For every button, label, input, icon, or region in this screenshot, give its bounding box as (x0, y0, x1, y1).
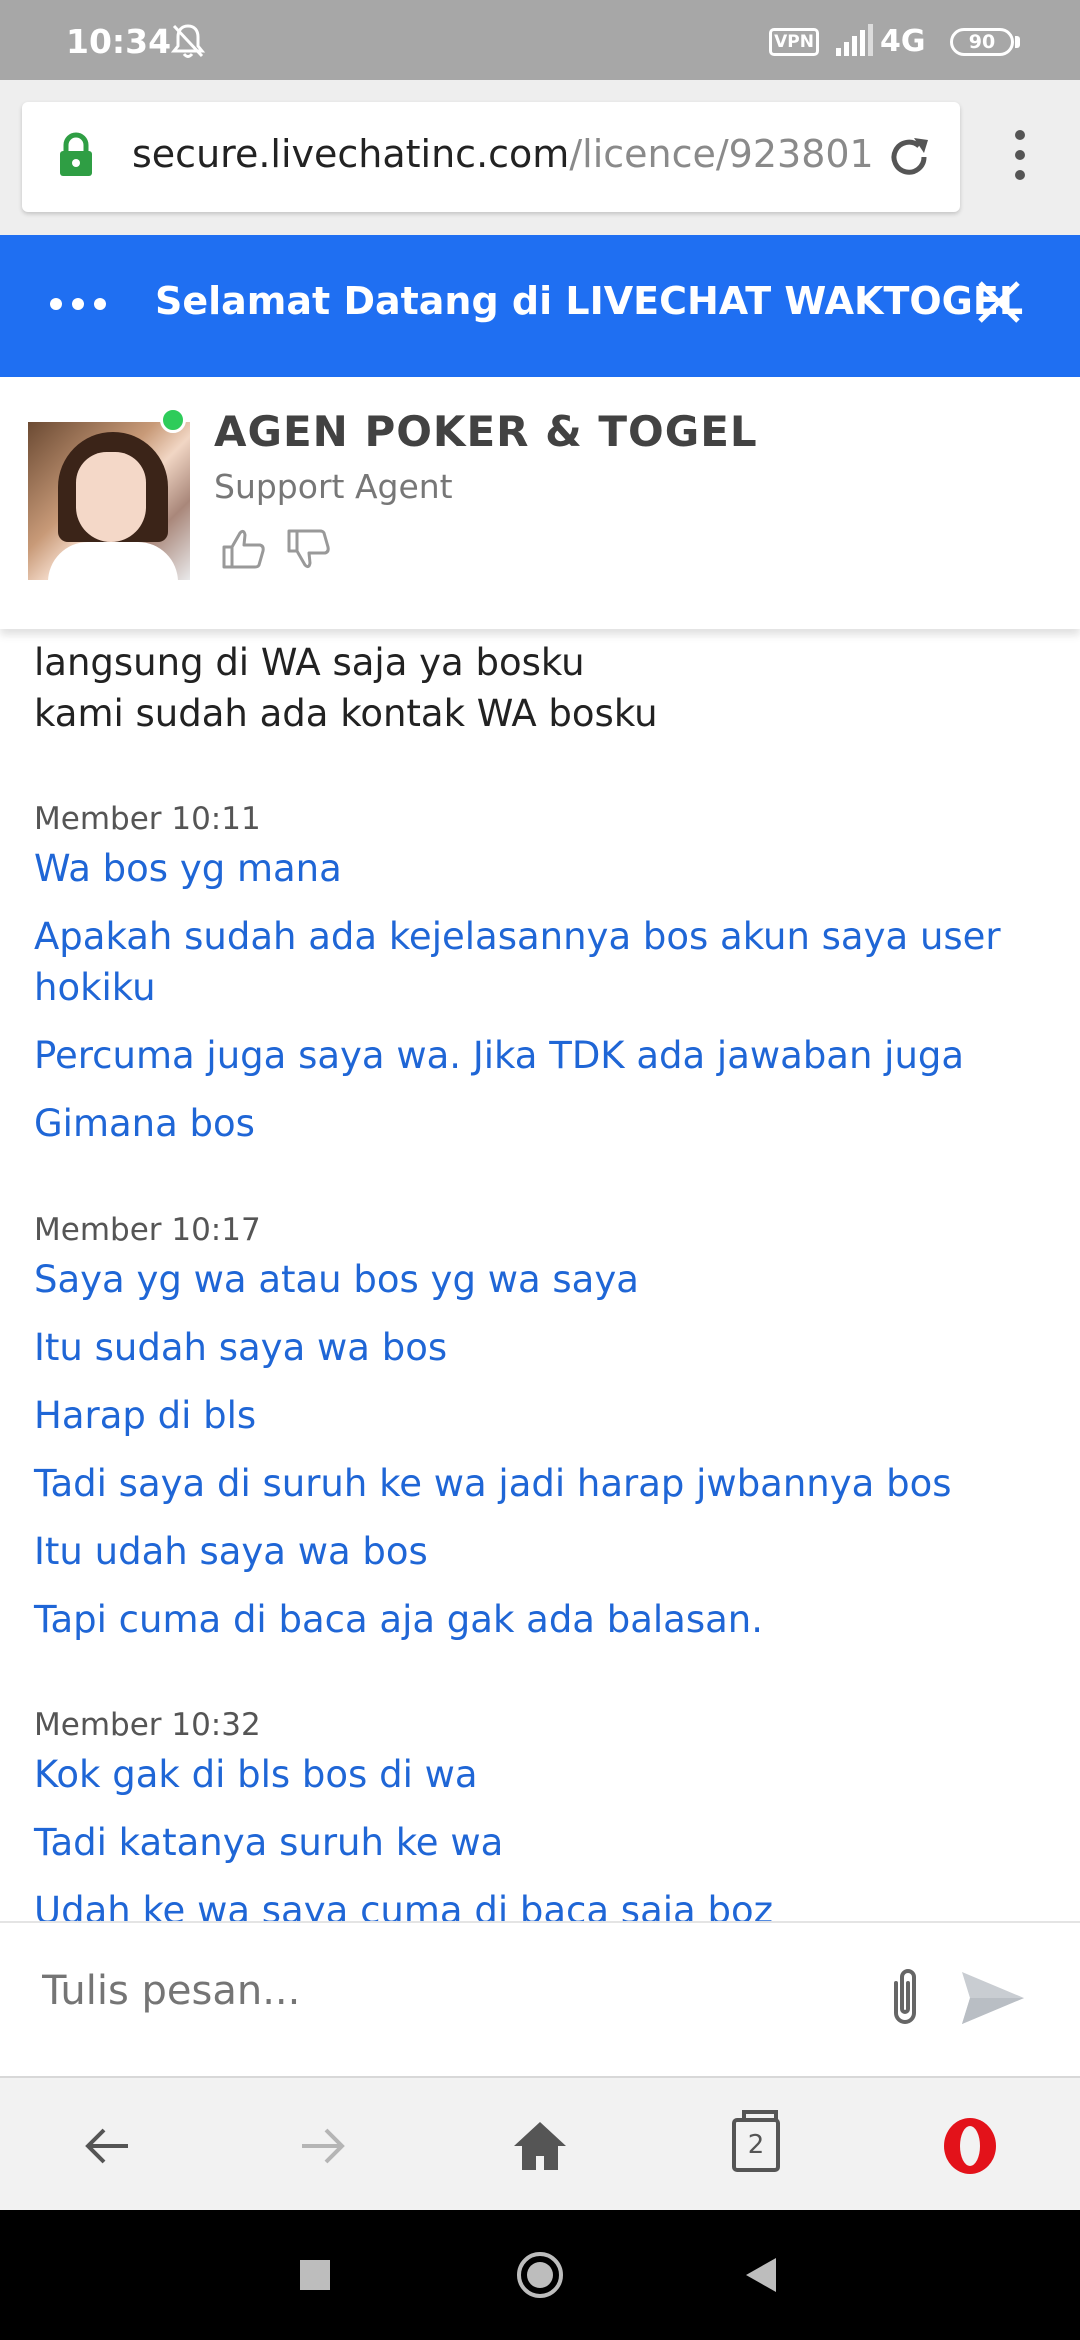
member-message: Apakah sudah ada kejelasannya bos akun s… (34, 915, 1001, 1009)
online-status-dot (160, 407, 186, 433)
member-message: Itu sudah saya wa bos (34, 1326, 448, 1369)
member-message: Gimana bos (34, 1102, 255, 1145)
thumbs-down-icon[interactable] (285, 525, 333, 573)
signal-icon (836, 24, 873, 56)
menu-icon[interactable] (1005, 130, 1035, 190)
recents-icon[interactable] (298, 2258, 332, 2292)
member-message-group: Member 10:17 Saya yg wa atau bos yg wa s… (34, 1212, 1044, 1662)
agent-avatar (28, 422, 190, 580)
address-bar[interactable]: secure.livechatinc.com/licence/923801 (22, 102, 960, 212)
agent-message-line: kami sudah ada kontak WA bosku (34, 692, 658, 735)
url-path: /licence/923801 (569, 132, 874, 176)
browser-bottom-nav: 2 (0, 2076, 1080, 2210)
member-message: Udah ke wa saya cuma di baca saja boz (34, 1889, 774, 1921)
agent-message-line: langsung di WA saja ya bosku (34, 641, 585, 684)
message-input[interactable] (42, 1968, 842, 2014)
tabs-button[interactable]: 2 (732, 2110, 780, 2172)
chat-title: Selamat Datang di LIVECHAT WAKTOGEL (155, 279, 1024, 323)
url-host: secure.livechatinc.com (132, 132, 570, 176)
member-message: Kok gak di bls bos di wa (34, 1753, 478, 1796)
more-options-icon[interactable] (50, 295, 120, 315)
browser-toolbar: secure.livechatinc.com/licence/923801 (0, 80, 1080, 235)
vpn-badge: VPN (769, 28, 819, 56)
agent-name: AGEN POKER & TOGEL (214, 407, 758, 456)
opera-menu-icon[interactable] (940, 2116, 1000, 2176)
message-list[interactable]: langsung di WA saja ya bosku kami sudah … (0, 629, 1080, 1921)
member-message: Itu udah saya wa bos (34, 1530, 428, 1573)
message-composer (0, 1921, 1080, 2076)
attachment-icon[interactable] (880, 1963, 930, 2033)
home-circle-icon[interactable] (515, 2250, 565, 2300)
status-time: 10:34 (66, 22, 172, 61)
agent-card: AGEN POKER & TOGEL Support Agent (0, 377, 1080, 629)
back-arrow-icon[interactable] (78, 2116, 138, 2176)
member-message: Tadi saya di suruh ke wa jadi harap jwba… (34, 1462, 952, 1505)
chat-header: Selamat Datang di LIVECHAT WAKTOGEL (0, 235, 1080, 377)
member-message-group: Member 10:11 Wa bos yg mana Apakah sudah… (34, 801, 1044, 1166)
agent-role: Support Agent (214, 467, 453, 506)
message-meta: Member 10:32 (34, 1707, 261, 1743)
bell-muted-icon (170, 24, 206, 58)
home-icon[interactable] (510, 2116, 570, 2176)
battery-tip (1015, 36, 1020, 48)
network-type: 4G (880, 24, 926, 59)
member-message: Percuma juga saya wa. Jika TDK ada jawab… (34, 1034, 965, 1077)
member-message-group: Member 10:32 Kok gak di bls bos di wa Ta… (34, 1707, 1044, 1921)
back-triangle-icon[interactable] (744, 2256, 778, 2294)
status-bar: 10:34 VPN 4G 90 (0, 0, 1080, 80)
member-message: Harap di bls (34, 1394, 257, 1437)
reload-icon[interactable] (884, 132, 934, 182)
system-nav-bar (0, 2210, 1080, 2340)
close-icon[interactable] (972, 275, 1026, 329)
member-message: Wa bos yg mana (34, 847, 342, 890)
agent-message: langsung di WA saja ya bosku kami sudah … (34, 637, 658, 739)
lock-icon (60, 132, 92, 176)
forward-arrow-icon[interactable] (292, 2116, 352, 2176)
url-text[interactable]: secure.livechatinc.com/licence/923801 (132, 132, 874, 176)
battery-indicator: 90 (950, 28, 1014, 56)
message-meta: Member 10:11 (34, 801, 261, 837)
member-message: Tapi cuma di baca aja gak ada balasan. (34, 1598, 764, 1641)
member-message: Tadi katanya suruh ke wa (34, 1821, 504, 1864)
member-message: Saya yg wa atau bos yg wa saya (34, 1258, 639, 1301)
thumbs-up-icon[interactable] (220, 525, 268, 573)
send-icon[interactable] (958, 1968, 1028, 2028)
message-meta: Member 10:17 (34, 1212, 261, 1248)
